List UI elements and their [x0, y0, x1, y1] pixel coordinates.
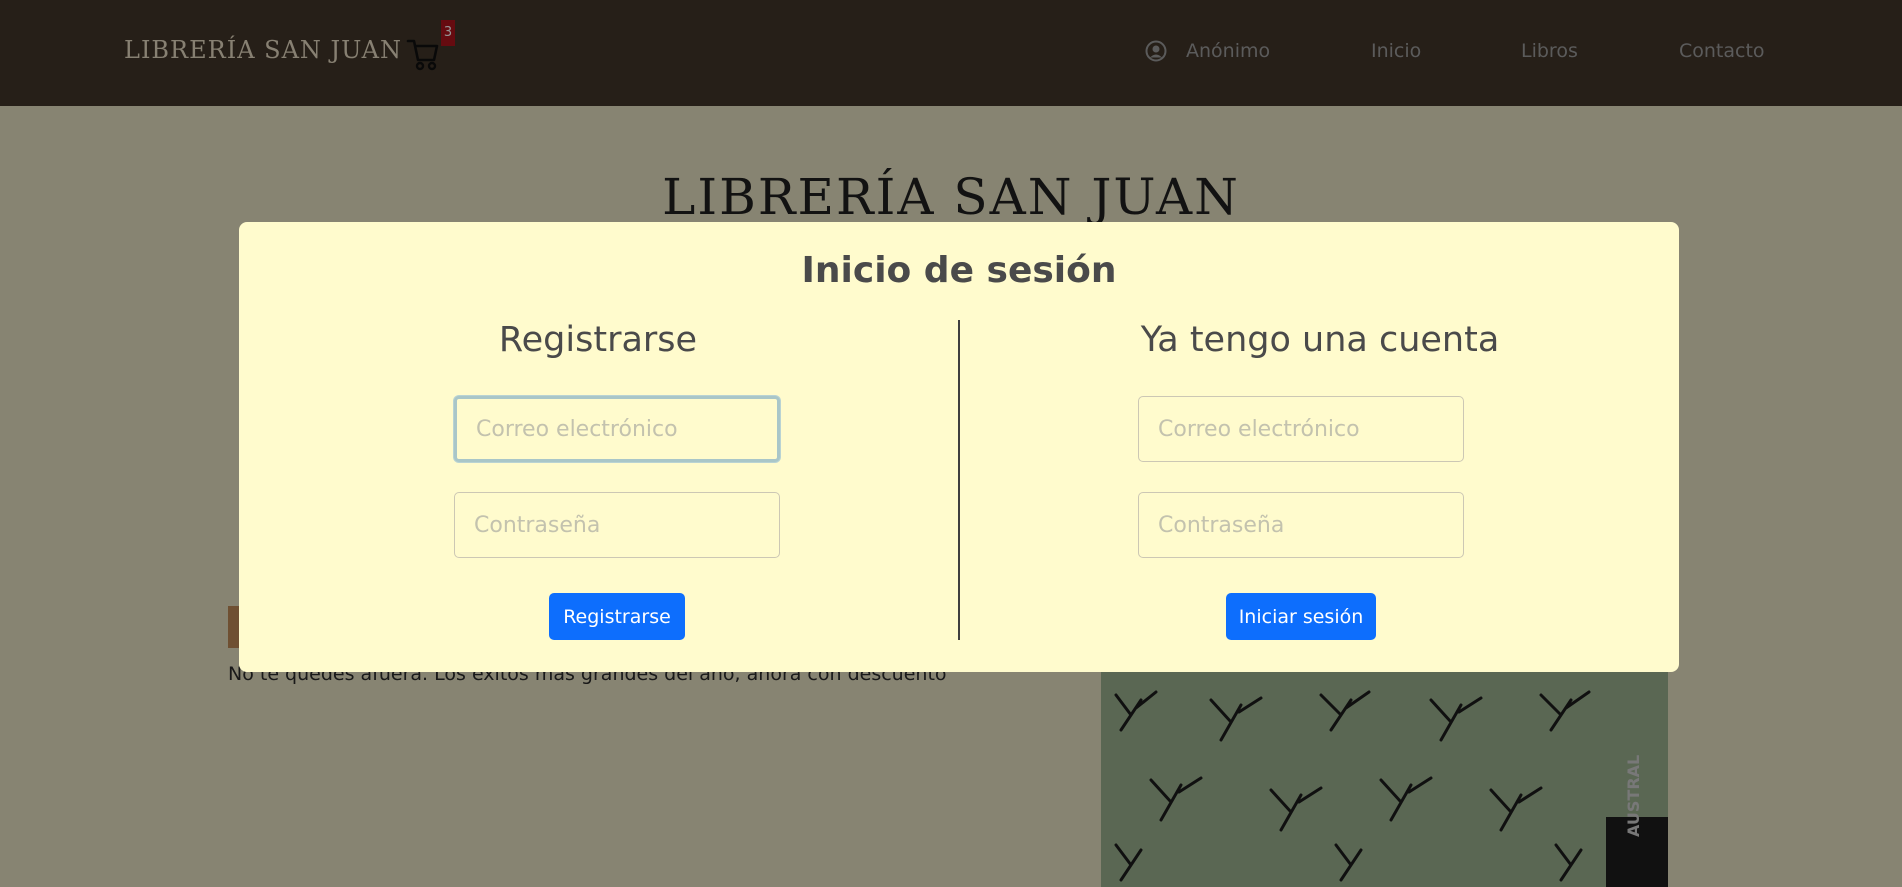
login-button[interactable]: Iniciar sesión — [1226, 593, 1376, 640]
register-heading: Registrarse — [498, 320, 698, 360]
modal-title: Inicio de sesión — [801, 250, 1117, 291]
column-divider — [958, 320, 960, 640]
login-email-field[interactable] — [1138, 396, 1464, 462]
register-password-field[interactable] — [454, 492, 780, 558]
register-button[interactable]: Registrarse — [549, 593, 685, 640]
login-password-field[interactable] — [1138, 492, 1464, 558]
login-modal: Inicio de sesión Registrarse Ya tengo un… — [239, 222, 1679, 672]
register-email-field[interactable] — [454, 396, 780, 462]
login-heading: Ya tengo una cuenta — [1140, 320, 1500, 360]
